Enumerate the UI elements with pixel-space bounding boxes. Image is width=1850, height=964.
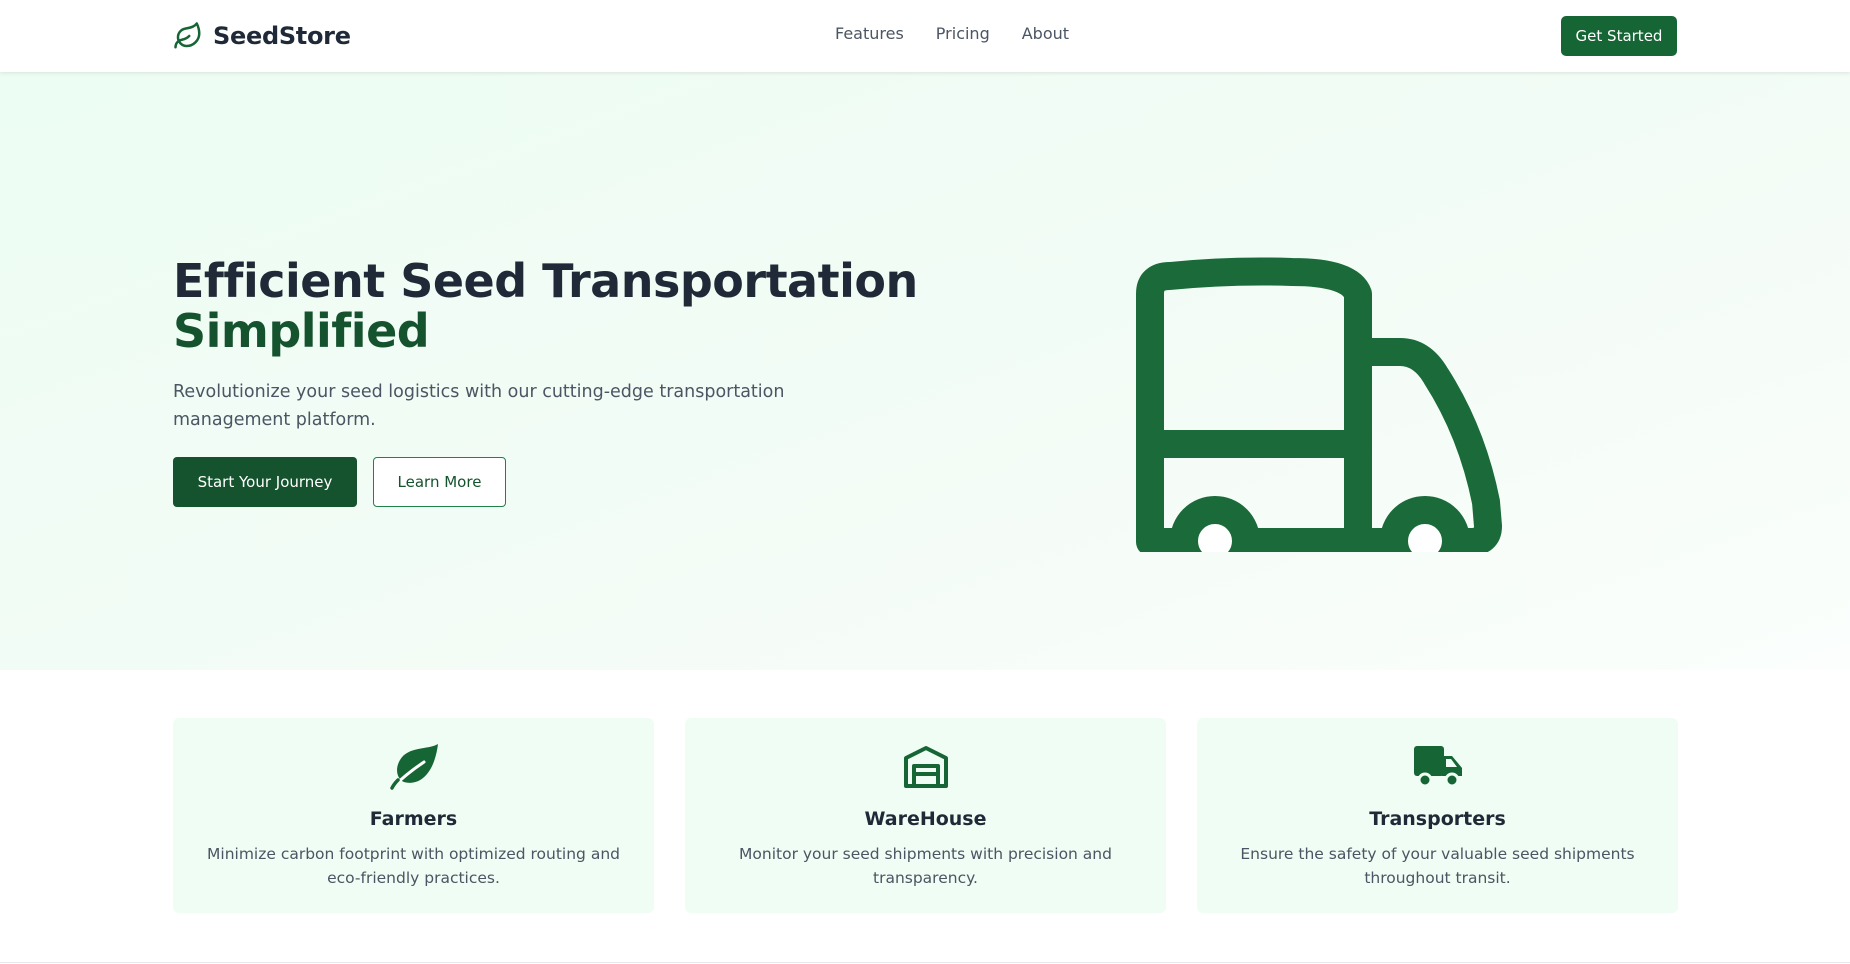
- get-started-button[interactable]: Get Started: [1561, 16, 1677, 56]
- feature-card-farmers: Farmers Minimize carbon footprint with o…: [173, 718, 654, 913]
- brand-logo[interactable]: SeedStore: [173, 20, 351, 52]
- learn-more-button[interactable]: Learn More: [373, 457, 506, 507]
- hero-section: Efficient Seed Transportation Simplified…: [0, 72, 1850, 670]
- feature-card-description: Monitor your seed shipments with precisi…: [739, 845, 1112, 887]
- hero-title: Efficient Seed Transportation Simplified: [173, 256, 918, 356]
- brand-name: SeedStore: [213, 22, 351, 50]
- leaf-icon: [389, 744, 438, 790]
- truck-icon: [1413, 746, 1462, 788]
- hero-subtitle: Revolutionize your seed logistics with o…: [173, 382, 785, 430]
- feature-card-title: Transporters: [1369, 808, 1506, 830]
- feature-card-description: Ensure the safety of your valuable seed …: [1240, 845, 1635, 887]
- nav-link-about[interactable]: About: [1022, 24, 1069, 43]
- feature-card-title: WareHouse: [864, 808, 987, 830]
- nav-link-features[interactable]: Features: [835, 24, 904, 43]
- truck-icon: [1136, 257, 1502, 552]
- warehouse-icon: [903, 746, 948, 788]
- main-nav: Features Pricing About: [835, 24, 1069, 43]
- feature-card-warehouse: WareHouse Monitor your seed shipments wi…: [685, 718, 1166, 913]
- nav-link-pricing[interactable]: Pricing: [936, 24, 990, 43]
- hero-title-line1: Efficient Seed Transportation: [173, 254, 918, 308]
- feature-card-description: Minimize carbon footprint with optimized…: [207, 845, 620, 887]
- section-divider: [0, 962, 1850, 963]
- leaf-icon: [174, 22, 201, 49]
- start-journey-button[interactable]: Start Your Journey: [173, 457, 357, 507]
- site-header: SeedStore Features Pricing About Get Sta…: [0, 0, 1850, 72]
- hero-title-accent: Simplified: [173, 304, 430, 358]
- feature-card-transporters: Transporters Ensure the safety of your v…: [1197, 718, 1678, 913]
- feature-card-title: Farmers: [369, 808, 458, 830]
